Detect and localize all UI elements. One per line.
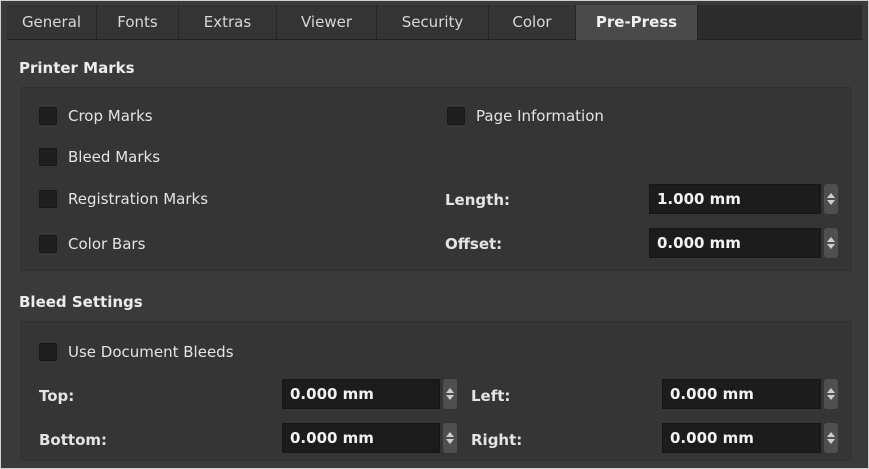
top-label: Top: — [39, 387, 75, 405]
down-arrow-icon[interactable] — [827, 200, 835, 205]
tab-viewer[interactable]: Viewer — [277, 5, 377, 39]
up-arrow-icon[interactable] — [827, 432, 835, 437]
up-arrow-icon[interactable] — [827, 388, 835, 393]
color-bars-label: Color Bars — [68, 235, 146, 253]
top-stepper[interactable] — [443, 379, 457, 409]
use-document-bleeds-checkbox-box[interactable] — [39, 343, 57, 361]
color-bars-checkbox[interactable]: Color Bars — [39, 233, 145, 255]
tab-bar: General Fonts Extras Viewer Security Col… — [7, 5, 862, 40]
tab-security[interactable]: Security — [377, 5, 489, 39]
left-input[interactable]: 0.000 mm — [662, 379, 821, 409]
bottom-spinbox[interactable]: 0.000 mm — [282, 423, 457, 453]
up-arrow-icon[interactable] — [446, 388, 454, 393]
down-arrow-icon[interactable] — [446, 395, 454, 400]
length-label: Length: — [445, 191, 510, 209]
page-information-checkbox-box[interactable] — [447, 107, 465, 125]
down-arrow-icon[interactable] — [827, 439, 835, 444]
left-stepper[interactable] — [824, 379, 838, 409]
use-document-bleeds-checkbox[interactable]: Use Document Bleeds — [39, 341, 234, 363]
up-arrow-icon[interactable] — [446, 432, 454, 437]
right-spinbox[interactable]: 0.000 mm — [662, 423, 838, 453]
top-input[interactable]: 0.000 mm — [282, 379, 440, 409]
right-input[interactable]: 0.000 mm — [662, 423, 821, 453]
page-information-label: Page Information — [476, 107, 604, 125]
registration-marks-label: Registration Marks — [68, 190, 209, 208]
bleed-marks-checkbox[interactable]: Bleed Marks — [39, 146, 160, 168]
tab-extras[interactable]: Extras — [179, 5, 277, 39]
down-arrow-icon[interactable] — [827, 244, 835, 249]
color-bars-checkbox-box[interactable] — [39, 235, 57, 253]
pre-press-settings-panel: General Fonts Extras Viewer Security Col… — [0, 0, 869, 469]
page-information-checkbox[interactable]: Page Information — [447, 105, 604, 127]
bottom-stepper[interactable] — [443, 423, 457, 453]
registration-marks-checkbox-box[interactable] — [39, 190, 57, 208]
down-arrow-icon[interactable] — [446, 439, 454, 444]
right-stepper[interactable] — [824, 423, 838, 453]
length-spinbox[interactable]: 1.000 mm — [649, 184, 838, 214]
crop-marks-checkbox-box[interactable] — [39, 107, 57, 125]
registration-marks-checkbox[interactable]: Registration Marks — [39, 188, 208, 210]
bleed-marks-label: Bleed Marks — [68, 148, 161, 166]
up-arrow-icon[interactable] — [827, 193, 835, 198]
tab-color[interactable]: Color — [489, 5, 576, 39]
right-label: Right: — [471, 431, 523, 449]
crop-marks-checkbox[interactable]: Crop Marks — [39, 105, 153, 127]
crop-marks-label: Crop Marks — [68, 107, 153, 125]
offset-label: Offset: — [445, 235, 503, 253]
top-spinbox[interactable]: 0.000 mm — [282, 379, 457, 409]
bottom-label: Bottom: — [39, 431, 108, 449]
left-label: Left: — [471, 387, 511, 405]
down-arrow-icon[interactable] — [827, 395, 835, 400]
left-spinbox[interactable]: 0.000 mm — [662, 379, 838, 409]
bottom-input[interactable]: 0.000 mm — [282, 423, 440, 453]
length-stepper[interactable] — [824, 184, 838, 214]
use-document-bleeds-label: Use Document Bleeds — [68, 343, 234, 361]
offset-input[interactable]: 0.000 mm — [649, 228, 821, 258]
up-arrow-icon[interactable] — [827, 237, 835, 242]
printer-marks-title: Printer Marks — [19, 59, 135, 77]
length-input[interactable]: 1.000 mm — [649, 184, 821, 214]
bleed-settings-title: Bleed Settings — [19, 293, 143, 311]
tab-general[interactable]: General — [7, 5, 97, 39]
offset-spinbox[interactable]: 0.000 mm — [649, 228, 838, 258]
tab-fonts[interactable]: Fonts — [97, 5, 179, 39]
offset-stepper[interactable] — [824, 228, 838, 258]
bleed-marks-checkbox-box[interactable] — [39, 148, 57, 166]
tab-pre-press[interactable]: Pre-Press — [576, 5, 698, 40]
